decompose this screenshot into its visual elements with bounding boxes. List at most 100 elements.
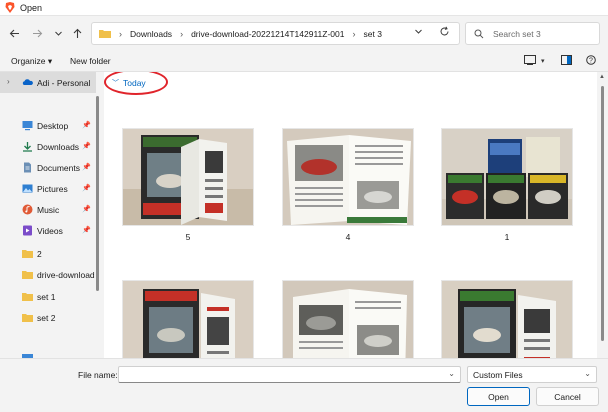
file-thumbnail [282, 128, 414, 226]
organize-label: Organize [11, 56, 46, 66]
new-folder-button[interactable]: New folder [70, 56, 111, 66]
sidebar-item-folder-2[interactable]: 2 [0, 243, 96, 264]
caret-down-icon: ▾ [47, 56, 53, 66]
file-list: ﹀ Today 5 4 1 [104, 72, 600, 358]
pin-icon: 📌 [82, 206, 91, 213]
pin-icon: 📌 [82, 143, 91, 150]
sidebar-item-videos[interactable]: Videos 📌 [0, 220, 96, 241]
navigation-bar: › Downloads › drive-download-20221214T14… [0, 17, 608, 49]
help-button[interactable]: ? [586, 55, 596, 68]
breadcrumb-separator: › [119, 28, 122, 39]
file-type-select[interactable]: Custom Files ⌄ [467, 366, 597, 383]
documents-icon [24, 162, 31, 173]
search-icon [474, 29, 484, 38]
preview-pane-button[interactable] [561, 55, 572, 68]
sidebar-item-drive-download[interactable]: drive-download [0, 264, 96, 285]
sidebar-item-desktop[interactable]: Desktop 📌 [0, 115, 96, 136]
breadcrumb-set-3[interactable]: set 3 [364, 29, 382, 39]
desktop-icon [22, 121, 33, 131]
folder-icon [22, 271, 33, 279]
sidebar-item-onedrive[interactable]: › Adi - Personal [0, 72, 96, 93]
svg-text:?: ? [589, 58, 593, 65]
sidebar-item-documents[interactable]: Documents 📌 [0, 157, 96, 178]
sidebar-item-label: 2 [37, 248, 42, 259]
view-options-button[interactable] [524, 55, 536, 68]
title-bar: Open [0, 0, 608, 16]
pin-icon: 📌 [82, 122, 91, 129]
sidebar-item-label: set 2 [37, 312, 56, 323]
pin-icon: 📌 [82, 164, 91, 171]
folder-icon [22, 314, 33, 322]
forward-button[interactable] [29, 25, 45, 41]
view-dropdown-caret-icon[interactable]: ▾ [541, 57, 545, 65]
red-circle-annotation [104, 72, 168, 95]
help-icon: ? [586, 55, 596, 65]
address-bar[interactable]: › Downloads › drive-download-20221214T14… [91, 22, 460, 45]
file-type-value: Custom Files [473, 370, 523, 380]
sidebar-item-label: Downloads [37, 141, 80, 152]
breadcrumb-separator: › [352, 28, 356, 39]
videos-icon [23, 225, 32, 236]
folder-icon [22, 293, 33, 301]
organize-button[interactable]: Organize ▾ [11, 56, 52, 67]
file-thumbnail [441, 280, 573, 358]
cancel-button[interactable]: Cancel [536, 387, 599, 406]
breadcrumb-downloads[interactable]: Downloads [130, 29, 172, 39]
chevron-down-icon [54, 31, 62, 36]
address-dropdown-chevron-icon[interactable] [414, 27, 423, 38]
sidebar-item-label: Music [37, 204, 60, 215]
sidebar-item-label: Desktop [37, 120, 69, 131]
recent-locations-button[interactable] [50, 25, 66, 41]
sidebar-item-set-1[interactable]: set 1 [0, 286, 96, 307]
sidebar-item-label: Documents [37, 162, 80, 173]
folder-icon [22, 250, 33, 258]
file-name: 5 [185, 232, 191, 242]
dialog-footer: File name: ⌄ Custom Files ⌄ Open Cancel [0, 358, 608, 412]
pin-icon: 📌 [82, 227, 91, 234]
up-button[interactable] [69, 25, 85, 41]
arrow-right-icon [32, 29, 42, 37]
sidebar-item-label: set 1 [37, 291, 56, 302]
sidebar-item-set-2[interactable]: set 2 [0, 307, 96, 328]
search-input[interactable] [493, 28, 593, 39]
file-name: 4 [345, 232, 351, 242]
navigation-pane: › Adi - Personal Desktop 📌 Downloads 📌 D… [0, 72, 104, 358]
pin-icon: 📌 [82, 185, 91, 192]
music-icon [22, 204, 33, 215]
sidebar-item-downloads[interactable]: Downloads 📌 [0, 136, 96, 157]
arrow-up-icon [73, 28, 81, 38]
sidebar-item-label: drive-download [37, 269, 95, 280]
preview-pane-icon [561, 55, 572, 65]
expand-chevron-icon[interactable]: › [7, 77, 10, 86]
onedrive-cloud-icon [22, 79, 33, 85]
chevron-down-icon[interactable]: ⌄ [448, 369, 455, 378]
file-name-input[interactable]: ⌄ [118, 366, 461, 383]
refresh-icon[interactable] [439, 26, 450, 40]
sidebar-item-label: Pictures [37, 183, 68, 194]
folder-icon [99, 30, 111, 38]
file-list-scrollbar[interactable]: ▲ [597, 72, 608, 358]
scrollbar-thumb[interactable] [601, 86, 604, 341]
sidebar-item-label: Adi - Personal [37, 77, 91, 88]
file-thumbnail [282, 280, 414, 358]
pictures-icon [22, 184, 33, 193]
breadcrumb-separator: › [180, 28, 184, 39]
scroll-up-arrow-icon[interactable]: ▲ [599, 74, 605, 80]
file-thumbnail [122, 280, 254, 358]
back-button[interactable] [6, 25, 22, 41]
sidebar-item-music[interactable]: Music 📌 [0, 199, 96, 220]
open-button[interactable]: Open [467, 387, 530, 406]
chevron-down-icon: ⌄ [584, 369, 591, 378]
command-bar: Organize ▾ New folder ▾ ? [0, 50, 608, 72]
brave-lion-icon [5, 2, 15, 13]
window-title: Open [20, 2, 43, 13]
breadcrumb-drive-download[interactable]: drive-download-20221214T142911Z-001 [191, 29, 344, 39]
file-name-label: File name: [78, 370, 118, 380]
search-box[interactable] [465, 22, 600, 45]
sidebar-item-label: Videos [37, 225, 63, 236]
sidebar-item-pictures[interactable]: Pictures 📌 [0, 178, 96, 199]
file-thumbnail [441, 128, 573, 226]
arrow-left-icon [9, 29, 19, 37]
view-icon [524, 55, 536, 65]
sidebar-scrollbar[interactable] [96, 96, 99, 291]
